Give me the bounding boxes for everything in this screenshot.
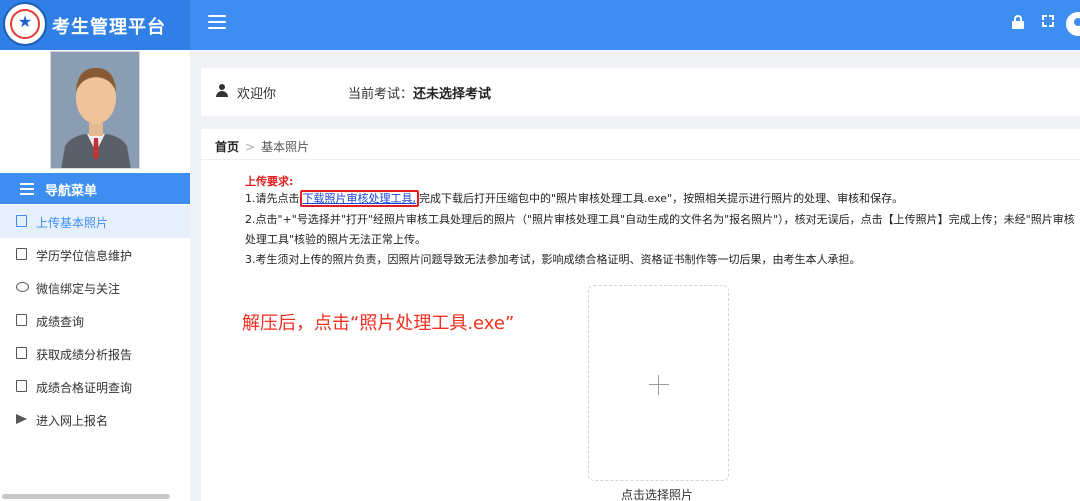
breadcrumb-home[interactable]: 首页 [215, 140, 239, 154]
sidebar-item-certificate[interactable]: 成绩合格证明查询 [0, 370, 190, 403]
requirement-line-1: 1.请先点击 下载照片审核处理工具, 完成下载后打开压缩包中的"照片审核处理工具.e… [245, 190, 903, 208]
main-content: 首页 > 基本照片 上传要求: 1.请先点击 下载照片审核处理工具, 完成下载后打开压缩… [201, 129, 1080, 501]
requirement-line-2b: 处理工具"核验的照片无法正常上传。 [245, 233, 427, 246]
upload-label: 点击选择照片 [621, 488, 694, 501]
divider [201, 159, 1080, 160]
current-exam-label: 当前考试： [348, 87, 414, 102]
star-icon: ★ [17, 12, 33, 31]
sidebar-item-label: 获取成绩分析报告 [36, 348, 133, 362]
sidebar-item-score-query[interactable]: 成绩查询 [0, 304, 190, 337]
sidebar-item-label: 成绩合格证明查询 [36, 381, 133, 395]
requirement-text: 1.请先点击 [245, 192, 300, 205]
sidebar-item-label: 进入网上报名 [36, 414, 109, 428]
sidebar-item-education[interactable]: 学历学位信息维护 [0, 238, 190, 271]
image-icon [16, 215, 27, 227]
plus-icon [649, 375, 669, 395]
download-tool-link[interactable]: 下载照片审核处理工具, [299, 190, 419, 207]
send-icon [16, 413, 27, 425]
requirements-title: 上传要求: [245, 175, 294, 188]
sidebar-item-online-registration[interactable]: 进入网上报名 [0, 403, 190, 436]
sidebar-item-label: 成绩查询 [36, 315, 85, 329]
breadcrumb-separator: > [245, 140, 256, 154]
breadcrumb-current: 基本照片 [261, 140, 310, 154]
document-icon [16, 314, 27, 326]
menu-icon[interactable] [208, 15, 226, 29]
annotation-text: 解压后，点击“照片处理工具.exe” [242, 313, 515, 334]
lock-icon[interactable] [1012, 15, 1024, 29]
sidebar: 导航菜单 上传基本照片 学历学位信息维护 微信绑定与关注 成绩查询 获取成绩分析… [0, 50, 190, 501]
nav-menu-title: 导航菜单 [45, 184, 98, 199]
requirement-text: 完成下载后打开压缩包中的"照片审核处理工具.exe"，按照相关提示进行照片的处理… [419, 192, 904, 205]
fullscreen-icon[interactable] [1042, 15, 1054, 27]
user-icon [216, 84, 228, 97]
welcome-greeting: 欢迎你 [237, 87, 277, 102]
requirement-line-2a: 2.点击"+"号选择并"打开"经照片审核工具处理后的照片（"照片审核处理工具"自… [245, 213, 1075, 226]
top-header: ★ 考生管理平台 [0, 0, 1080, 50]
profile-photo [50, 51, 140, 169]
brand: ★ 考生管理平台 [0, 0, 190, 50]
photo-upload-box[interactable] [588, 285, 729, 481]
app-title: 考生管理平台 [52, 17, 166, 38]
sidebar-item-upload-photo[interactable]: 上传基本照片 [0, 205, 190, 238]
welcome-bar: 欢迎你 当前考试： 还未选择考试 [201, 68, 1080, 116]
sidebar-item-label: 学历学位信息维护 [36, 249, 133, 263]
sidebar-item-wechat[interactable]: 微信绑定与关注 [0, 271, 190, 304]
nav-menu-header: 导航菜单 [0, 173, 190, 204]
requirement-line-3: 3.考生须对上传的照片负责，因照片问题导致无法参加考试，影响成绩合格证明、资格证… [245, 253, 861, 266]
report-icon [16, 347, 27, 359]
user-avatar-icon[interactable] [1066, 12, 1080, 36]
sidebar-item-label: 微信绑定与关注 [36, 282, 121, 296]
certificate-icon [16, 380, 27, 392]
logo: ★ [3, 2, 47, 46]
sidebar-scrollbar[interactable] [2, 494, 170, 499]
list-icon [20, 183, 34, 198]
current-exam-value: 还未选择考试 [413, 87, 492, 102]
breadcrumb: 首页 > 基本照片 [215, 138, 309, 155]
sidebar-item-label: 上传基本照片 [36, 216, 109, 230]
book-icon [16, 248, 27, 260]
chat-icon [16, 282, 29, 292]
sidebar-item-score-report[interactable]: 获取成绩分析报告 [0, 337, 190, 370]
